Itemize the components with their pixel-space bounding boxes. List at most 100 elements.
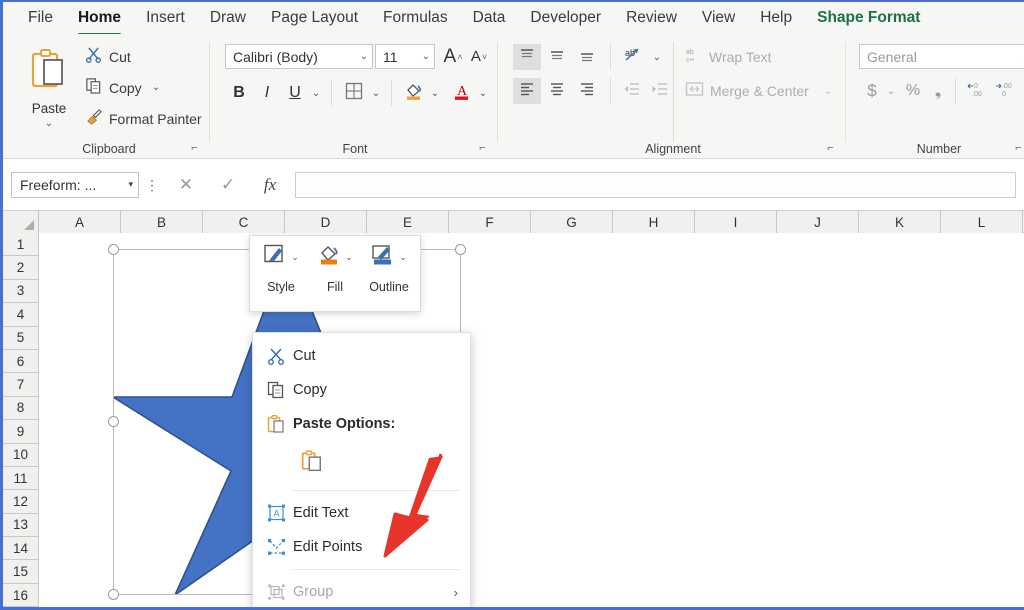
decrease-decimal-button[interactable]: .00 0 (993, 78, 1019, 104)
mini-toolbar-fill-button[interactable]: ⌄ Fill (308, 243, 362, 294)
column-header-e[interactable]: E (367, 211, 449, 233)
context-menu-item-copy[interactable]: Copy (253, 373, 470, 407)
context-menu-item-cut[interactable]: Cut (253, 339, 470, 373)
row-header-5[interactable]: 5 (3, 326, 39, 350)
comma-style-button[interactable]: ❟ (927, 78, 949, 104)
select-all-corner[interactable] (3, 211, 39, 233)
context-menu-item-edit-text[interactable]: A Edit Text (253, 496, 470, 530)
column-header-k[interactable]: K (859, 211, 941, 233)
column-header-l[interactable]: L (941, 211, 1023, 233)
align-left-button[interactable] (513, 78, 541, 104)
row-header-3[interactable]: 3 (3, 279, 39, 304)
row-header-7[interactable]: 7 (3, 373, 39, 397)
borders-chevron-down-icon[interactable]: ⌄ (368, 80, 384, 106)
chevron-down-icon[interactable]: ⌄ (45, 118, 53, 129)
underline-chevron-down-icon[interactable]: ⌄ (308, 80, 324, 106)
row-header-12[interactable]: 12 (3, 490, 39, 514)
column-header-b[interactable]: B (121, 211, 203, 233)
font-dialog-launcher-icon[interactable]: ⌐ (476, 142, 489, 155)
tab-help[interactable]: Help (749, 6, 803, 31)
column-header-h[interactable]: H (613, 211, 695, 233)
formula-input[interactable] (295, 171, 1016, 198)
increase-font-size-button[interactable]: A ˄ (441, 44, 465, 69)
column-header-c[interactable]: C (203, 211, 285, 233)
chevron-down-icon[interactable]: ⌄ (345, 252, 353, 263)
align-bottom-button[interactable] (573, 44, 601, 70)
row-header-9[interactable]: 9 (3, 420, 39, 444)
accounting-chevron-down-icon[interactable]: ⌄ (884, 78, 898, 104)
row-header-15[interactable]: 15 (3, 560, 39, 584)
decrease-font-size-button[interactable]: A ˅ (467, 44, 491, 69)
cancel-x-icon[interactable]: ✕ (165, 172, 207, 198)
row-header-6[interactable]: 6 (3, 349, 39, 374)
tab-page-layout[interactable]: Page Layout (260, 6, 369, 31)
tab-view[interactable]: View (691, 6, 746, 31)
shape-handle-top-left[interactable] (108, 244, 119, 255)
decrease-indent-button[interactable] (619, 78, 645, 104)
tab-formulas[interactable]: Formulas (372, 6, 459, 31)
row-header-2[interactable]: 2 (3, 256, 39, 280)
row-header-11[interactable]: 11 (3, 466, 39, 491)
align-top-button[interactable] (513, 44, 541, 70)
copy-button[interactable]: Copy ⌄ (85, 75, 160, 100)
merge-and-center-button[interactable]: Merge & Center (685, 78, 809, 104)
font-name-combo[interactable]: Calibri (Body) ⌄ (225, 44, 373, 69)
fx-icon[interactable]: fx (249, 172, 291, 198)
column-header-g[interactable]: G (531, 211, 613, 233)
context-menu-item-edit-points[interactable]: Edit Points (253, 530, 470, 564)
shape-handle-top-right[interactable] (455, 244, 466, 255)
accounting-format-button[interactable]: $ (861, 78, 883, 104)
tab-review[interactable]: Review (615, 6, 688, 31)
tab-shape-format[interactable]: Shape Format (806, 6, 931, 31)
column-header-i[interactable]: I (695, 211, 777, 233)
tab-data[interactable]: Data (462, 6, 517, 31)
borders-button[interactable] (341, 80, 367, 106)
clipboard-dialog-launcher-icon[interactable]: ⌐ (188, 142, 201, 155)
number-format-combo[interactable]: General ⌄ (859, 44, 1024, 69)
context-menu-item-group[interactable]: Group › (253, 575, 470, 607)
increase-indent-button[interactable] (647, 78, 673, 104)
tab-draw[interactable]: Draw (199, 6, 257, 31)
underline-button[interactable]: U (283, 80, 307, 106)
align-middle-button[interactable] (543, 44, 571, 70)
chevron-down-icon[interactable]: ▾ (128, 179, 133, 190)
align-right-button[interactable] (573, 78, 601, 104)
enter-check-icon[interactable]: ✓ (207, 172, 249, 198)
mini-toolbar-style-button[interactable]: ⌄ Style (254, 243, 308, 294)
grid-cells-area[interactable] (39, 233, 1024, 607)
paste-keep-source-icon[interactable] (301, 449, 323, 477)
font-color-chevron-down-icon[interactable]: ⌄ (475, 80, 491, 106)
percent-style-button[interactable]: % (902, 78, 924, 104)
fill-color-button[interactable] (401, 80, 427, 106)
column-header-j[interactable]: J (777, 211, 859, 233)
name-box[interactable]: Freeform: ... ▾ (11, 171, 139, 198)
text-orientation-button[interactable]: ab (619, 44, 647, 70)
column-header-f[interactable]: F (449, 211, 531, 233)
fill-color-chevron-down-icon[interactable]: ⌄ (427, 80, 443, 106)
row-header-13[interactable]: 13 (3, 513, 39, 538)
row-header-10[interactable]: 10 (3, 443, 39, 467)
formula-bar-overflow-icon[interactable]: ⋮ (139, 178, 165, 192)
orientation-chevron-down-icon[interactable]: ⌄ (649, 44, 665, 70)
font-color-button[interactable]: A (449, 80, 475, 106)
shape-handle-middle-left[interactable] (108, 416, 119, 427)
cut-button[interactable]: Cut (85, 44, 131, 69)
paste-button[interactable]: Paste ⌄ (21, 42, 77, 129)
chevron-down-icon[interactable]: ⌄ (152, 82, 160, 93)
tab-developer[interactable]: Developer (519, 6, 612, 31)
row-header-1[interactable]: 1 (3, 233, 39, 257)
row-header-14[interactable]: 14 (3, 537, 39, 561)
alignment-dialog-launcher-icon[interactable]: ⌐ (824, 142, 837, 155)
shape-handle-bottom-left[interactable] (108, 589, 119, 600)
tab-insert[interactable]: Insert (135, 6, 196, 31)
wrap-text-button[interactable]: ab c↵ Wrap Text (685, 44, 772, 70)
format-painter-button[interactable]: Format Painter (85, 106, 202, 131)
chevron-down-icon[interactable]: ⌄ (360, 51, 368, 62)
row-header-8[interactable]: 8 (3, 396, 39, 421)
column-header-a[interactable]: A (39, 211, 121, 233)
tab-home[interactable]: Home (67, 6, 132, 36)
tab-file[interactable]: File (17, 6, 64, 31)
column-header-d[interactable]: D (285, 211, 367, 233)
chevron-down-icon[interactable]: ⌄ (291, 252, 299, 263)
chevron-down-icon[interactable]: ⌄ (422, 51, 430, 62)
